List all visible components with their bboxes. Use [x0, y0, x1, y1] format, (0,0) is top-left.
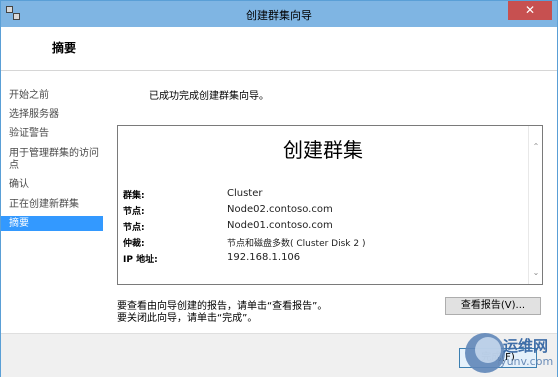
scroll-up-icon[interactable]: ⌃: [531, 142, 541, 152]
view-report-button[interactable]: 查看报告(V)...: [445, 297, 541, 315]
success-message: 已成功完成创建群集向导。: [149, 91, 269, 102]
report-row-cluster: 群集: Cluster: [123, 188, 523, 202]
close-button[interactable]: ✕: [508, 1, 552, 20]
window-title: 创建群集向导: [246, 9, 312, 22]
nav-item-before-you-begin[interactable]: 开始之前: [1, 89, 103, 102]
report-panel[interactable]: 创建群集 群集: Cluster 节点: Node02.contoso.com …: [117, 125, 543, 285]
watermark-logo: 运维网 iyunv.com: [463, 327, 558, 377]
watermark-text-en: iyunv.com: [497, 355, 554, 368]
report-value: Node02.contoso.com: [227, 204, 333, 215]
hint-close-wizard: 要关闭此向导，请单击“完成”。: [117, 313, 258, 324]
report-value: Cluster: [227, 188, 263, 199]
report-label: 节点:: [123, 207, 145, 217]
report-label: 节点:: [123, 223, 145, 233]
title-bar[interactable]: 创建群集向导 ✕: [1, 1, 557, 27]
scroll-down-icon[interactable]: ⌄: [531, 268, 541, 278]
report-row-node-1: 节点: Node02.contoso.com: [123, 204, 523, 218]
nav-item-summary[interactable]: 摘要: [1, 216, 103, 231]
page-header: 摘要: [1, 27, 557, 71]
nav-item-confirmation[interactable]: 确认: [1, 178, 103, 191]
page-title: 摘要: [52, 41, 77, 55]
report-label: 群集:: [123, 191, 145, 201]
report-label: 仲裁:: [123, 239, 145, 249]
report-scrollbar[interactable]: ⌃ ⌄: [528, 126, 542, 284]
report-row-node-2: 节点: Node01.contoso.com: [123, 220, 523, 234]
report-row-quorum: 仲裁: 节点和磁盘多数( Cluster Disk 2 ): [123, 236, 523, 250]
report-row-ip-address: IP 地址: 192.168.1.106: [123, 252, 523, 266]
main-content: 已成功完成创建群集向导。 创建群集 群集: Cluster 节点: Node02…: [105, 71, 557, 333]
report-value: 节点和磁盘多数( Cluster Disk 2 ): [227, 239, 366, 249]
report-value: Node01.contoso.com: [227, 220, 333, 231]
watermark-text-cn: 运维网: [503, 337, 549, 355]
report-title: 创建群集: [283, 138, 363, 162]
report-value: 192.168.1.106: [227, 252, 301, 263]
report-label: IP 地址:: [123, 255, 158, 265]
nav-item-select-servers[interactable]: 选择服务器: [1, 108, 103, 121]
wizard-window: 创建群集向导 ✕ 摘要 开始之前 选择服务器 验证警告 用于管理群集的访问 点 …: [0, 0, 558, 377]
nav-item-validation-warning[interactable]: 验证警告: [1, 127, 103, 140]
nav-item-creating-cluster[interactable]: 正在创建新群集: [1, 198, 103, 211]
nav-item-access-point-cont[interactable]: 点: [1, 159, 103, 172]
wizard-steps-nav: 开始之前 选择服务器 验证警告 用于管理群集的访问 点 确认 正在创建新群集 摘…: [1, 71, 105, 333]
